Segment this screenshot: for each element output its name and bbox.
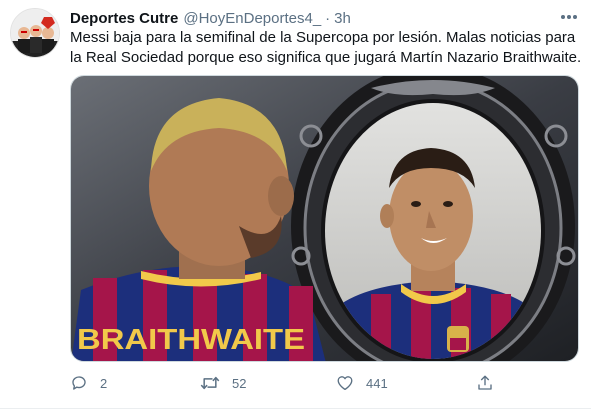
share-icon [478,375,492,390]
tweet-text: Messi baja para la semifinal de la Super… [70,29,582,66]
more-horizontal-icon [561,15,577,19]
heart-icon [337,376,353,391]
retweet-icon [200,376,220,390]
avatar[interactable] [10,8,60,58]
avatar-image [11,9,59,57]
reply-button[interactable]: 2 [70,372,107,394]
tweet[interactable]: Deportes Cutre @HoyEnDeportes4_ · 3h Mes… [0,0,591,409]
retweet-button[interactable]: 52 [200,372,246,394]
jersey-name-text: BRAITHWAITE [77,324,305,356]
share-button[interactable] [476,372,494,394]
tweet-image[interactable]: BRAITHWAITE [70,75,579,362]
more-button[interactable] [556,8,582,26]
timestamp[interactable]: 3h [334,10,351,27]
like-button[interactable]: 441 [336,372,388,394]
separator-dot: · [325,9,331,27]
action-bar: 2 52 441 [70,372,579,394]
retweet-count: 52 [232,375,247,391]
reply-count: 2 [100,375,108,391]
like-count: 441 [366,375,388,391]
meme-image: BRAITHWAITE [71,76,578,361]
author-handle[interactable]: @HoyEnDeportes4_ [183,10,321,27]
author-name[interactable]: Deportes Cutre [70,10,178,27]
reply-icon [72,376,86,390]
